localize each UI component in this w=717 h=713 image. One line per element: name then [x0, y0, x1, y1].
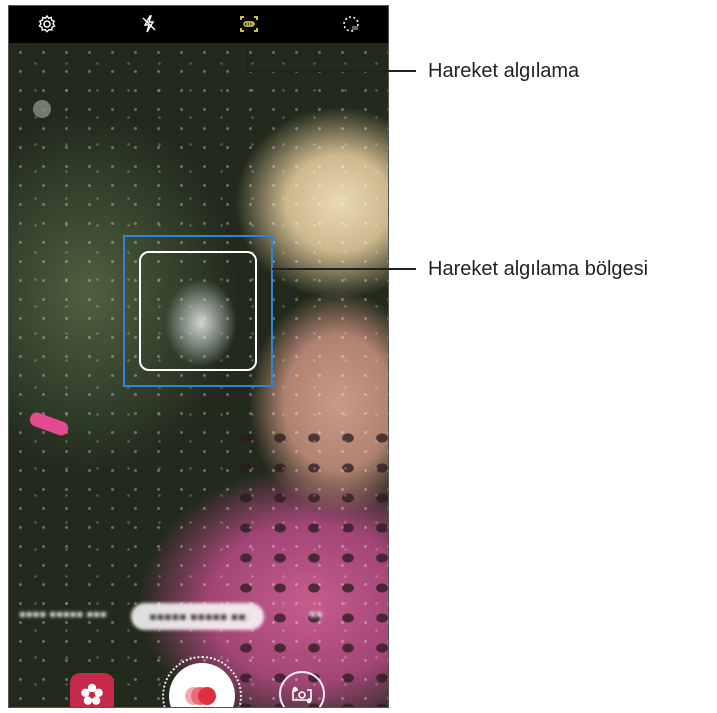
callout-motion-detection-area: Hareket algılama bölgesi: [428, 258, 649, 280]
motion-detection-icon[interactable]: [237, 12, 261, 36]
camera-screen: ▪▪▪▪ ▪▪▪▪▪ ▪▪▪ ▪▪▪▪▪ ▪▪▪▪▪ ▪▪ ▪▪: [8, 5, 389, 708]
motion-detection-area-frame[interactable]: [139, 251, 257, 371]
slow-motion-record-icon: [185, 687, 216, 705]
callout-line-motion-detection-horizontal: [246, 70, 416, 72]
camera-top-bar: [9, 6, 388, 43]
switch-camera-icon: [292, 686, 312, 704]
focus-indicator: [33, 100, 51, 118]
viewfinder-preview[interactable]: ▪▪▪▪ ▪▪▪▪▪ ▪▪▪ ▪▪▪▪▪ ▪▪▪▪▪ ▪▪ ▪▪: [9, 43, 388, 707]
mode-pill-super-slow-mo[interactable]: ▪▪▪▪▪ ▪▪▪▪▪ ▪▪: [131, 603, 264, 630]
settings-icon[interactable]: [35, 12, 59, 36]
bixby-vision-button[interactable]: [70, 673, 114, 707]
flower-icon: [81, 683, 103, 705]
callout-line-motion-detection-area: [272, 268, 416, 270]
flash-off-icon[interactable]: [137, 12, 161, 36]
mode-label-left: ▪▪▪▪ ▪▪▪▪▪ ▪▪▪: [19, 609, 107, 620]
record-button[interactable]: [169, 663, 235, 707]
motion-detection-area-highlight: [123, 235, 273, 387]
switch-camera-button[interactable]: [279, 671, 325, 707]
callout-motion-detection: Hareket algılama: [428, 60, 580, 82]
auto-record-icon[interactable]: [339, 12, 363, 36]
mode-label-right: ▪▪: [309, 609, 323, 620]
